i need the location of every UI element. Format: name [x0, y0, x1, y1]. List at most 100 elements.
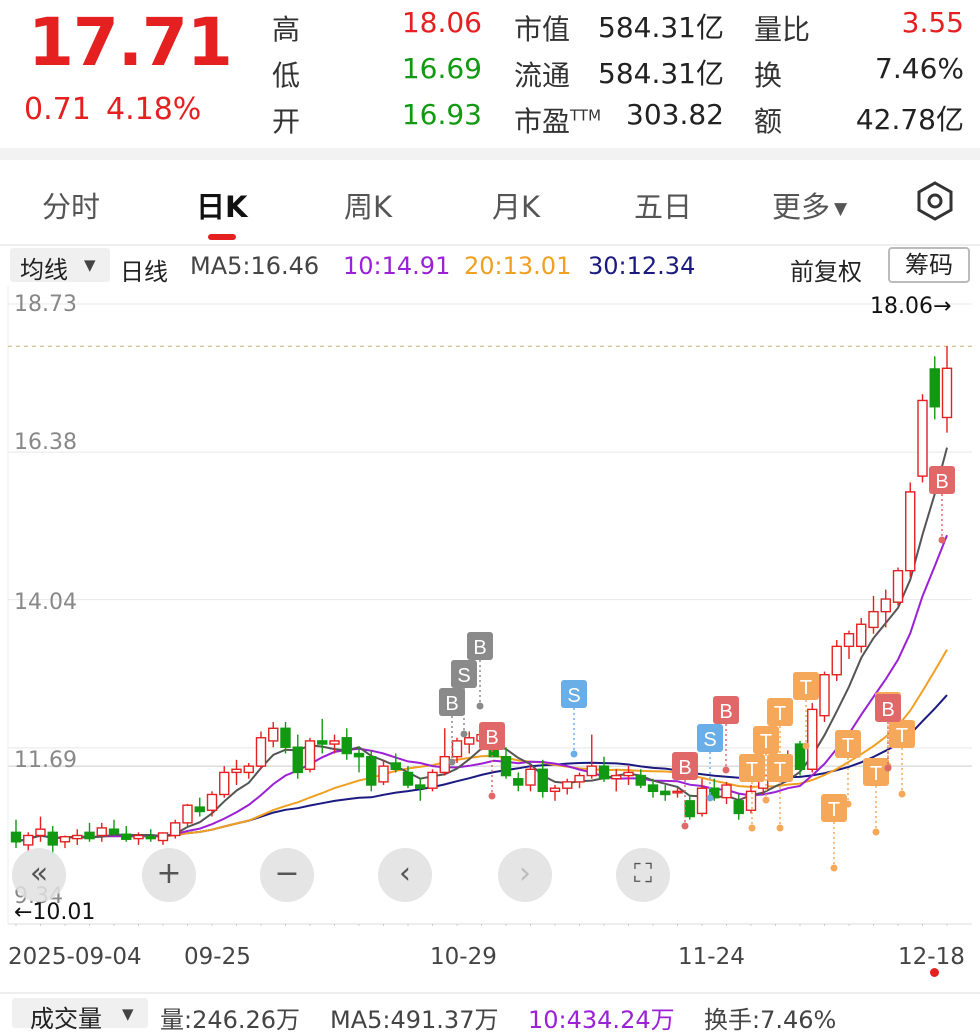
signal-dot	[748, 824, 756, 832]
zoom-out-button[interactable]: −	[260, 848, 314, 902]
signal-dot	[488, 792, 496, 800]
caret-down-icon: ▼	[834, 199, 848, 219]
ma-period-type: 日线	[120, 258, 168, 286]
high-price-marker: 18.06→	[870, 294, 952, 319]
candle	[868, 595, 879, 634]
signal-badge-b: B	[929, 466, 955, 544]
candle-body	[353, 752, 365, 758]
candle-body	[464, 737, 475, 745]
candle	[280, 721, 291, 754]
tab-daily-k[interactable]: 日K	[196, 184, 247, 226]
candle	[182, 803, 193, 827]
candle-body	[696, 787, 708, 815]
chips-button[interactable]: 筹码	[888, 247, 970, 283]
signal-dot	[460, 730, 468, 738]
date-label-1: 2025-09-04	[8, 944, 142, 970]
candle-body	[23, 834, 34, 846]
date-label-4: 11-24	[678, 944, 745, 970]
candle	[243, 762, 254, 779]
price-change: 0.71	[24, 92, 91, 127]
signal-dot	[570, 750, 578, 758]
signal-dot	[706, 794, 714, 802]
signal-letter: B	[719, 701, 732, 723]
prev-button[interactable]: ‹	[378, 848, 432, 902]
candle	[586, 734, 597, 779]
candle-body	[647, 784, 659, 793]
volume-ma10: 10:434.24万	[528, 1006, 675, 1034]
signal-dot	[762, 796, 770, 804]
kline-chart[interactable]: BSBBSBSBTTTTTTTTTTBB	[0, 286, 980, 926]
signal-dot	[448, 758, 456, 766]
signal-badge-s: S	[561, 680, 587, 758]
y-label-1: 18.73	[14, 292, 77, 317]
tab-five-day[interactable]: 五日	[634, 184, 692, 226]
candle	[819, 671, 830, 722]
candle	[96, 822, 107, 842]
signal-dot	[898, 790, 906, 798]
candle-body	[819, 674, 830, 717]
candle-body	[929, 368, 940, 408]
adjust-mode[interactable]: 前复权	[790, 252, 862, 287]
candle-body	[341, 737, 352, 755]
candle-body	[660, 790, 671, 796]
signal-letter: S	[457, 665, 470, 687]
stat-low-value: 16.69	[401, 52, 482, 85]
ma-selector[interactable]: 均线 ▼	[10, 248, 110, 284]
signal-letter: T	[896, 725, 908, 747]
candle	[562, 778, 573, 795]
date-label-2: 09-25	[184, 944, 251, 970]
candle-body	[59, 836, 71, 843]
candle-body	[525, 768, 536, 786]
candle-body	[280, 727, 291, 748]
candle	[292, 734, 303, 779]
signal-letter: T	[774, 759, 786, 781]
fullscreen-button[interactable]: ⛶	[616, 848, 670, 902]
candle-body	[427, 771, 438, 789]
stat-float-value: 584.31亿	[598, 57, 724, 90]
next-button[interactable]: ›	[498, 848, 552, 902]
candle-body	[843, 633, 855, 648]
candle-body	[157, 832, 169, 842]
candle-body	[35, 828, 46, 837]
candle	[721, 781, 732, 804]
candle	[807, 703, 818, 773]
candle-body	[402, 771, 414, 786]
tab-weekly-k[interactable]: 周K	[344, 184, 392, 226]
candle	[684, 794, 695, 820]
candle-body	[905, 491, 916, 572]
candle	[439, 728, 450, 776]
collapse-left-button[interactable]: «	[12, 848, 66, 902]
settings-hexagon-icon[interactable]	[914, 180, 956, 226]
tab-more[interactable]: 更多 ▼	[772, 184, 847, 226]
candle	[206, 791, 218, 817]
stat-volratio-label: 量比	[754, 13, 811, 46]
stat-amount-value: 42.78亿	[855, 103, 964, 136]
candle-body	[831, 645, 842, 676]
candle-body	[611, 774, 622, 780]
volume-turnover: 换手:7.46%	[704, 1006, 837, 1034]
candle-body	[304, 740, 316, 770]
signal-letter: T	[870, 763, 882, 785]
signal-badge-t: T	[889, 720, 915, 798]
signal-dot	[884, 764, 892, 772]
candle-body	[721, 784, 732, 799]
stat-turnover-label: 换	[754, 59, 783, 92]
candle	[917, 394, 928, 483]
zoom-in-button[interactable]: +	[142, 848, 196, 902]
tab-monthly-k[interactable]: 月K	[492, 184, 540, 226]
active-tab-indicator	[208, 234, 236, 240]
candle	[10, 819, 22, 849]
date-label-5: 12-18	[898, 944, 965, 970]
candle-body	[170, 822, 181, 837]
candle-body	[121, 833, 132, 840]
tab-timeshare[interactable]: 分时	[42, 184, 100, 226]
volume-value: 量:246.26万	[160, 1006, 301, 1034]
signal-dot	[802, 742, 810, 750]
candle-body	[292, 746, 303, 774]
candle-body	[439, 755, 450, 774]
candle-body	[133, 834, 144, 840]
stat-turnover-value: 7.46%	[875, 52, 964, 85]
candle-body	[243, 765, 254, 774]
stat-mcap-label: 市值	[514, 13, 571, 46]
signal-letter: T	[774, 703, 786, 725]
